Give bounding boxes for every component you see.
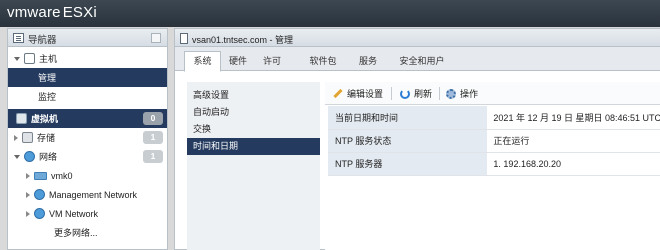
nav-management-network[interactable]: Management Network <box>8 185 167 204</box>
actions-button[interactable]: 操作 <box>446 87 478 100</box>
row-value: 2021 年 12 月 19 日 星期日 08:46:51 UTC <box>487 106 660 130</box>
sidebar-item-autostart[interactable]: 自动启动 <box>187 104 320 121</box>
main-panel: vsan01.tntsec.com - 管理 系统 硬件 许可 软件包 服务 安… <box>174 28 660 250</box>
sidebar-item-swap[interactable]: 交换 <box>187 121 320 138</box>
nav-monitor[interactable]: 监控 <box>8 87 167 106</box>
system-sidebar: 高级设置 自动启动 交换 时间和日期 <box>187 82 320 250</box>
host-icon <box>24 53 35 64</box>
row-value: 1. 192.168.20.20 <box>487 152 660 176</box>
nav-vm-network[interactable]: VM Network <box>8 204 167 223</box>
tab-system[interactable]: 系统 <box>184 51 221 72</box>
navigator-panel: 导航器 主机 管理 监控 虚拟机 0 存储 1 网络 1 vmk0 Manage… <box>7 28 168 250</box>
refresh-icon <box>400 88 410 99</box>
pencil-icon <box>333 88 343 99</box>
row-key: NTP 服务状态 <box>328 129 488 153</box>
toolbar: 编辑设置 刷新 操作 <box>325 82 660 105</box>
tab-bar: 系统 硬件 许可 软件包 服务 安全和用户 <box>175 47 660 72</box>
tab-packages[interactable]: 软件包 <box>305 52 341 71</box>
tab-security-users[interactable]: 安全和用户 <box>397 52 447 71</box>
network-icon <box>24 151 35 162</box>
row-key: 当前日期和时间 <box>328 106 488 130</box>
expand-down-icon[interactable] <box>14 56 20 61</box>
navigator-title: 导航器 <box>28 35 57 46</box>
server-icon <box>180 33 188 44</box>
nav-storage[interactable]: 存储 1 <box>8 128 167 147</box>
expand-right-icon[interactable] <box>26 210 30 217</box>
port-group-icon <box>34 208 45 219</box>
expand-down-icon[interactable] <box>14 154 20 159</box>
page-title: vsan01.tntsec.com - 管理 <box>192 35 294 45</box>
table-row: NTP 服务状态 正在运行 <box>328 129 660 153</box>
nav-vmk0[interactable]: vmk0 <box>8 166 167 185</box>
nav-manage[interactable]: 管理 <box>8 68 167 87</box>
vm-count-badge: 0 <box>143 112 163 125</box>
expand-right-icon[interactable] <box>26 191 30 198</box>
toolbar-divider <box>391 87 392 100</box>
gear-icon <box>446 88 456 99</box>
main-header: vsan01.tntsec.com - 管理 <box>175 29 660 47</box>
tab-hardware[interactable]: 硬件 <box>226 52 250 71</box>
sidebar-item-time-date[interactable]: 时间和日期 <box>187 138 320 155</box>
vmware-esxi-logo: vmware ESXi <box>7 4 97 21</box>
vmkernel-nic-icon <box>34 171 47 180</box>
nav-more-networks[interactable]: 更多网络... <box>8 223 167 242</box>
expand-right-icon[interactable] <box>26 172 30 179</box>
expand-right-icon[interactable] <box>14 134 18 141</box>
navigator-header: 导航器 <box>8 29 167 47</box>
toolbar-divider <box>439 87 440 100</box>
storage-count-badge: 1 <box>143 131 163 144</box>
edit-settings-button[interactable]: 编辑设置 <box>333 87 383 100</box>
time-date-content: 编辑设置 刷新 操作 当前日期和时间 2021 年 12 月 19 日 星期日 … <box>325 82 660 250</box>
tab-licensing[interactable]: 许可 <box>260 52 284 71</box>
nav-virtual-machines[interactable]: 虚拟机 0 <box>8 109 167 128</box>
nav-host[interactable]: 主机 <box>8 49 167 68</box>
table-row: NTP 服务器 1. 192.168.20.20 <box>328 152 660 176</box>
top-bar: vmware ESXi <box>0 0 660 27</box>
storage-icon <box>22 132 33 143</box>
virtual-machine-icon <box>16 113 27 124</box>
tab-services[interactable]: 服务 <box>356 52 380 71</box>
sidebar-item-advanced-settings[interactable]: 高级设置 <box>187 87 320 104</box>
row-key: NTP 服务器 <box>328 152 488 176</box>
nav-networking[interactable]: 网络 1 <box>8 147 167 166</box>
refresh-button[interactable]: 刷新 <box>400 87 432 100</box>
collapse-navigator-button[interactable] <box>151 33 161 43</box>
table-row: 当前日期和时间 2021 年 12 月 19 日 星期日 08:46:51 UT… <box>328 106 660 130</box>
time-date-table: 当前日期和时间 2021 年 12 月 19 日 星期日 08:46:51 UT… <box>328 106 660 176</box>
row-value: 正在运行 <box>487 129 660 153</box>
port-group-icon <box>34 189 45 200</box>
navigator-icon <box>13 33 24 43</box>
network-count-badge: 1 <box>143 150 163 163</box>
